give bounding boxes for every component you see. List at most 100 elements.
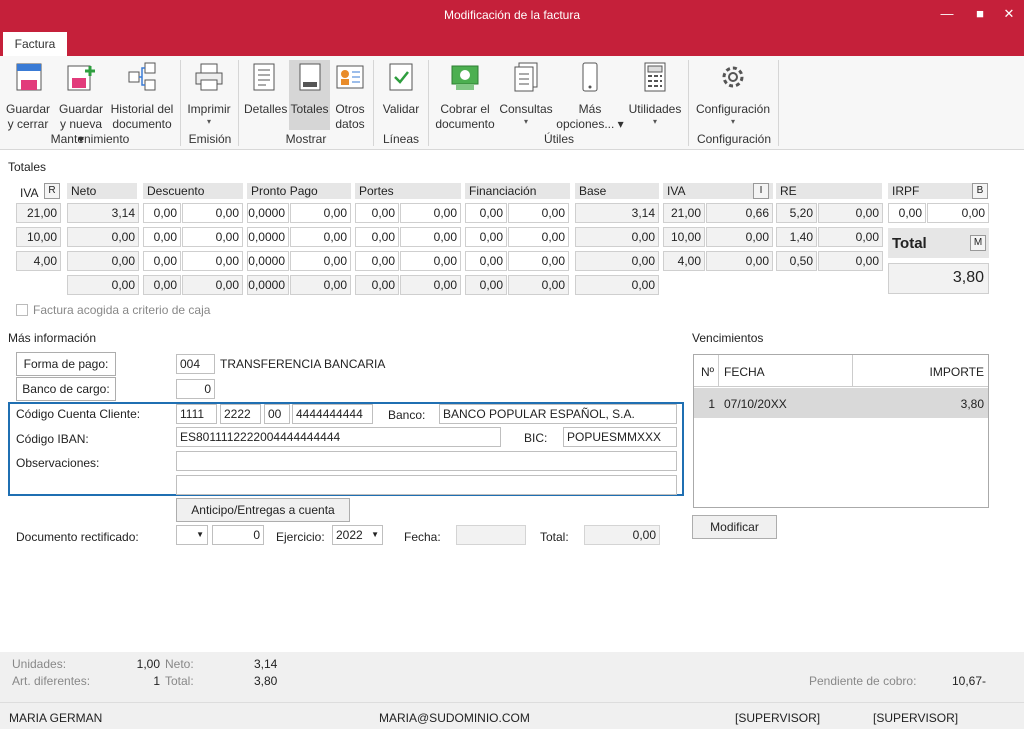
ccc-dc-input[interactable]: 00 (264, 404, 290, 424)
row-fecha: 07/10/20XX (724, 397, 787, 411)
pronto-pago-val-cell[interactable]: 0,00 (290, 203, 351, 223)
total-value-summary: 3,80 (254, 674, 278, 688)
portes-pct-cell[interactable]: 0,00 (355, 251, 399, 271)
table-row[interactable]: 1 07/10/20XX 3,80 (694, 388, 988, 418)
financiacion-pct-cell[interactable]: 0,00 (465, 227, 507, 247)
vencimientos-table: Nº FECHA IMPORTE 1 07/10/20XX 3,80 (693, 354, 989, 508)
descuento-val-cell[interactable]: 0,00 (182, 251, 243, 271)
financiacion-pct-cell[interactable]: 0,00 (465, 203, 507, 223)
portes-val-cell[interactable]: 0,00 (400, 203, 461, 223)
financiacion-val-cell[interactable]: 0,00 (508, 227, 569, 247)
banco-cargo-input[interactable]: 0 (176, 379, 215, 399)
ribbon-separator (238, 60, 239, 146)
historial-button[interactable]: Historial del documento (108, 60, 176, 132)
ribbon-separator (180, 60, 181, 146)
criterio-caja-label: Factura acogida a criterio de caja (33, 303, 211, 317)
guardar-cerrar-button[interactable]: Guardar y cerrar (4, 60, 52, 132)
mas-opciones-button[interactable]: Más opciones... ▾ (556, 60, 624, 132)
otros-label-1: Otros (335, 102, 365, 116)
ccc-cuenta-input[interactable]: 4444444444 (292, 404, 373, 424)
descuento-val-cell[interactable]: 0,00 (182, 227, 243, 247)
ccc-oficina-input[interactable]: 2222 (220, 404, 261, 424)
consultas-caret: ▾ (523, 117, 528, 126)
consultas-label: Consultas (499, 102, 553, 116)
minimize-button[interactable]: — (930, 0, 964, 28)
observaciones-input-2[interactable] (176, 475, 677, 495)
totales-button[interactable]: Totales (289, 60, 330, 130)
re-pct-cell: 5,20 (776, 203, 817, 223)
tab-factura[interactable]: Factura (3, 32, 67, 56)
irpf-val-cell[interactable]: 0,00 (927, 203, 989, 223)
ccc-entidad-input[interactable]: 1111 (176, 404, 217, 424)
base-cell: 3,14 (575, 203, 659, 223)
total-m-button[interactable]: M (970, 235, 986, 251)
portes-pct-cell[interactable]: 0,00 (355, 203, 399, 223)
financiacion-val-cell[interactable]: 0,00 (508, 203, 569, 223)
descuento-val-cell[interactable]: 0,00 (182, 203, 243, 223)
consultas-button[interactable]: Consultas ▾ (498, 60, 554, 127)
iva-rate-cell: 21,00 (16, 203, 61, 223)
observaciones-input-1[interactable] (176, 451, 677, 471)
financiacion-pct-total-cell: 0,00 (465, 275, 507, 295)
iva-i-button[interactable]: I (753, 183, 769, 199)
row-n: 1 (708, 397, 715, 411)
forma-pago-button[interactable]: Forma de pago: (16, 352, 116, 376)
modificar-button[interactable]: Modificar (692, 515, 777, 539)
group-lineas: Líneas (382, 132, 420, 146)
irpf-b-button[interactable]: B (972, 183, 988, 199)
utilidades-button[interactable]: Utilidades ▾ (626, 60, 684, 127)
ejercicio-select[interactable]: 2022 ▼ (332, 525, 383, 545)
iva-pct-cell: 4,00 (663, 251, 705, 271)
forma-pago-desc: TRANSFERENCIA BANCARIA (220, 357, 386, 371)
otros-datos-button[interactable]: Otros datos (332, 60, 368, 132)
vencimientos-title: Vencimientos (692, 331, 764, 345)
totales-label: Totales (290, 102, 329, 116)
ribbon-separator (373, 60, 374, 146)
imprimir-button[interactable]: Imprimir ▾ (186, 60, 232, 127)
iva-r-button[interactable]: R (44, 183, 60, 199)
detalles-button[interactable]: Detalles (244, 60, 287, 117)
configuracion-button[interactable]: Configuración ▾ (694, 60, 772, 127)
financiacion-pct-cell[interactable]: 0,00 (465, 251, 507, 271)
doc-rectificado-label: Documento rectificado: (16, 530, 139, 544)
descuento-header: Descuento (143, 183, 243, 199)
criterio-caja-checkbox[interactable] (16, 304, 28, 316)
historial-label-2: documento (112, 117, 172, 131)
pronto-pago-pct-cell[interactable]: 0,0000 (247, 227, 289, 247)
summary-panel: Unidades: 1,00 Art. diferentes: 1 Neto: … (0, 652, 1024, 729)
col-divider (718, 355, 719, 387)
descuento-pct-cell[interactable]: 0,00 (143, 227, 181, 247)
bic-label: BIC: (524, 431, 548, 445)
doc-rectificado-input[interactable]: 0 (212, 525, 264, 545)
doc-rectificado-select[interactable]: ▼ (176, 525, 208, 545)
pronto-pago-pct-total-cell: 0,0000 (247, 275, 289, 295)
pronto-pago-val-cell[interactable]: 0,00 (290, 227, 351, 247)
irpf-pct-cell[interactable]: 0,00 (888, 203, 926, 223)
portes-val-cell[interactable]: 0,00 (400, 227, 461, 247)
validar-button[interactable]: Validar (380, 60, 422, 117)
forma-pago-code-input[interactable]: 004 (176, 354, 215, 374)
total-label: Total (892, 235, 927, 252)
bic-input[interactable]: POPUESMMXXX (563, 427, 677, 447)
pronto-pago-pct-cell[interactable]: 0,0000 (247, 203, 289, 223)
pronto-pago-pct-cell[interactable]: 0,0000 (247, 251, 289, 271)
iban-input[interactable]: ES8011112222004444444444 (176, 427, 501, 447)
banco-input[interactable]: BANCO POPULAR ESPAÑOL, S.A. (439, 404, 677, 424)
guardar-cerrar-label-2: y cerrar (7, 117, 49, 131)
neto-header: Neto (67, 183, 137, 199)
banco-cargo-button[interactable]: Banco de cargo: (16, 377, 116, 401)
pronto-pago-val-cell[interactable]: 0,00 (290, 251, 351, 271)
close-button[interactable]: ✕ (992, 0, 1024, 28)
mas-opciones-label-1: Más (578, 102, 602, 116)
financiacion-val-cell[interactable]: 0,00 (508, 251, 569, 271)
base-header: Base (575, 183, 659, 199)
cobrar-button[interactable]: Cobrar el documento (434, 60, 496, 132)
portes-pct-cell[interactable]: 0,00 (355, 227, 399, 247)
validate-icon (389, 63, 413, 91)
anticipo-button[interactable]: Anticipo/Entregas a cuenta (176, 498, 350, 522)
portes-val-cell[interactable]: 0,00 (400, 251, 461, 271)
group-utiles: Útiles (543, 132, 574, 146)
descuento-pct-cell[interactable]: 0,00 (143, 251, 181, 271)
descuento-pct-cell[interactable]: 0,00 (143, 203, 181, 223)
mas-info-title: Más información (8, 331, 97, 345)
